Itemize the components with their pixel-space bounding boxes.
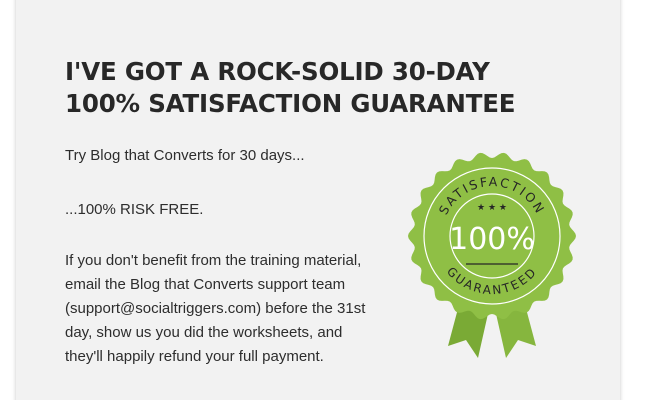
risk-free-text: ...100% RISK FREE. [65,201,204,218]
headline-line-2: 100% SATISFACTION GUARANTEE [65,89,516,118]
refund-policy-text: If you don't benefit from the training m… [65,249,365,369]
refund-line-1: If you don't benefit from the training m… [65,252,362,269]
headline-line-1: I'VE GOT A ROCK-SOLID 30-DAY [65,57,490,86]
refund-line-5: they'll happily refund your full payment… [65,348,324,365]
refund-line-4: day, show us you did the worksheets, and [65,324,343,341]
guarantee-headline: I'VE GOT A ROCK-SOLID 30-DAY 100% SATISF… [65,56,515,120]
refund-line-3: (support@socialtriggers.com) before the … [65,300,366,317]
trial-text: Try Blog that Converts for 30 days... [65,147,305,164]
guarantee-card: I'VE GOT A ROCK-SOLID 30-DAY 100% SATISF… [16,0,620,400]
seal-stars: ★ ★ ★ [477,203,507,213]
page: I'VE GOT A ROCK-SOLID 30-DAY 100% SATISF… [0,0,650,400]
seal-percent-text: 100% [449,222,535,257]
refund-line-2: email the Blog that Converts support tea… [65,276,346,293]
satisfaction-guaranteed-seal: SATISFACTION GUARANTEED ★ ★ ★ 100% [408,152,576,358]
